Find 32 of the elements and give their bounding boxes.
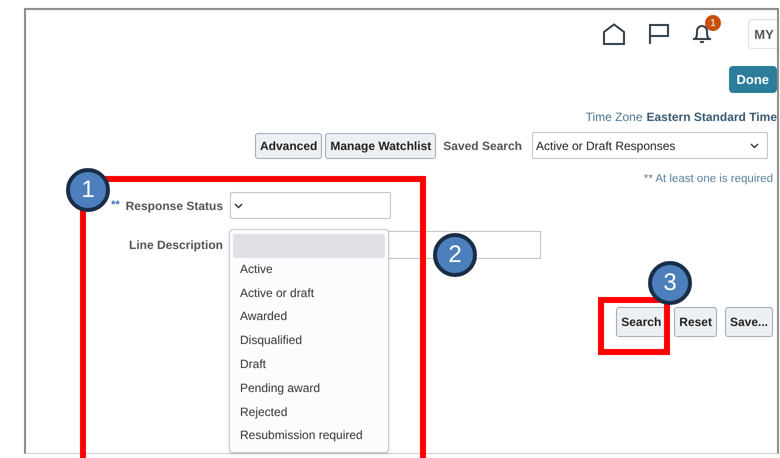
step-marker: 2 — [433, 233, 477, 277]
dropdown-option[interactable]: Resubmission required — [233, 424, 385, 448]
required-mark: ** — [111, 198, 120, 210]
time-zone-value: Eastern Standard Time — [646, 110, 777, 124]
dropdown-option[interactable]: Active or draft — [233, 282, 385, 306]
dropdown-option[interactable]: Disqualified — [233, 329, 385, 353]
dropdown-option[interactable]: Awarded — [233, 305, 385, 330]
notification-badge: 1 — [705, 15, 721, 31]
dropdown-option[interactable]: Active — [233, 258, 385, 282]
field-label: Line Description — [128, 238, 223, 252]
field-label: Response Status — [126, 198, 223, 212]
step-marker: 3 — [648, 261, 692, 305]
done-button[interactable]: Done — [728, 66, 777, 93]
step-marker: 1 — [66, 168, 110, 212]
chevron-down-icon — [234, 202, 243, 208]
dropdown-option[interactable]: Rejected — [233, 400, 385, 424]
action-button[interactable]: Reset — [674, 307, 717, 337]
home-icon[interactable] — [602, 23, 626, 45]
dropdown-option[interactable]: Pending award — [233, 376, 385, 401]
saved-search-label: Saved Search — [443, 138, 522, 152]
dropdown-option[interactable]: Draft — [233, 352, 385, 377]
toolbar-button[interactable]: Manage Watchlist — [325, 132, 436, 158]
toolbar-button[interactable]: Advanced — [255, 132, 322, 158]
time-zone-label: Time Zone — [586, 110, 642, 124]
user-avatar[interactable]: MY — [748, 19, 777, 49]
action-button[interactable]: Search — [616, 307, 666, 337]
bell-icon[interactable] — [692, 23, 712, 45]
saved-search-select[interactable]: Active or Draft Responses — [532, 132, 768, 159]
action-button[interactable]: Save... — [724, 307, 773, 337]
flag-icon[interactable] — [648, 24, 670, 44]
chevron-down-icon — [750, 142, 759, 148]
required-note: ** At least one is required — [642, 173, 773, 185]
